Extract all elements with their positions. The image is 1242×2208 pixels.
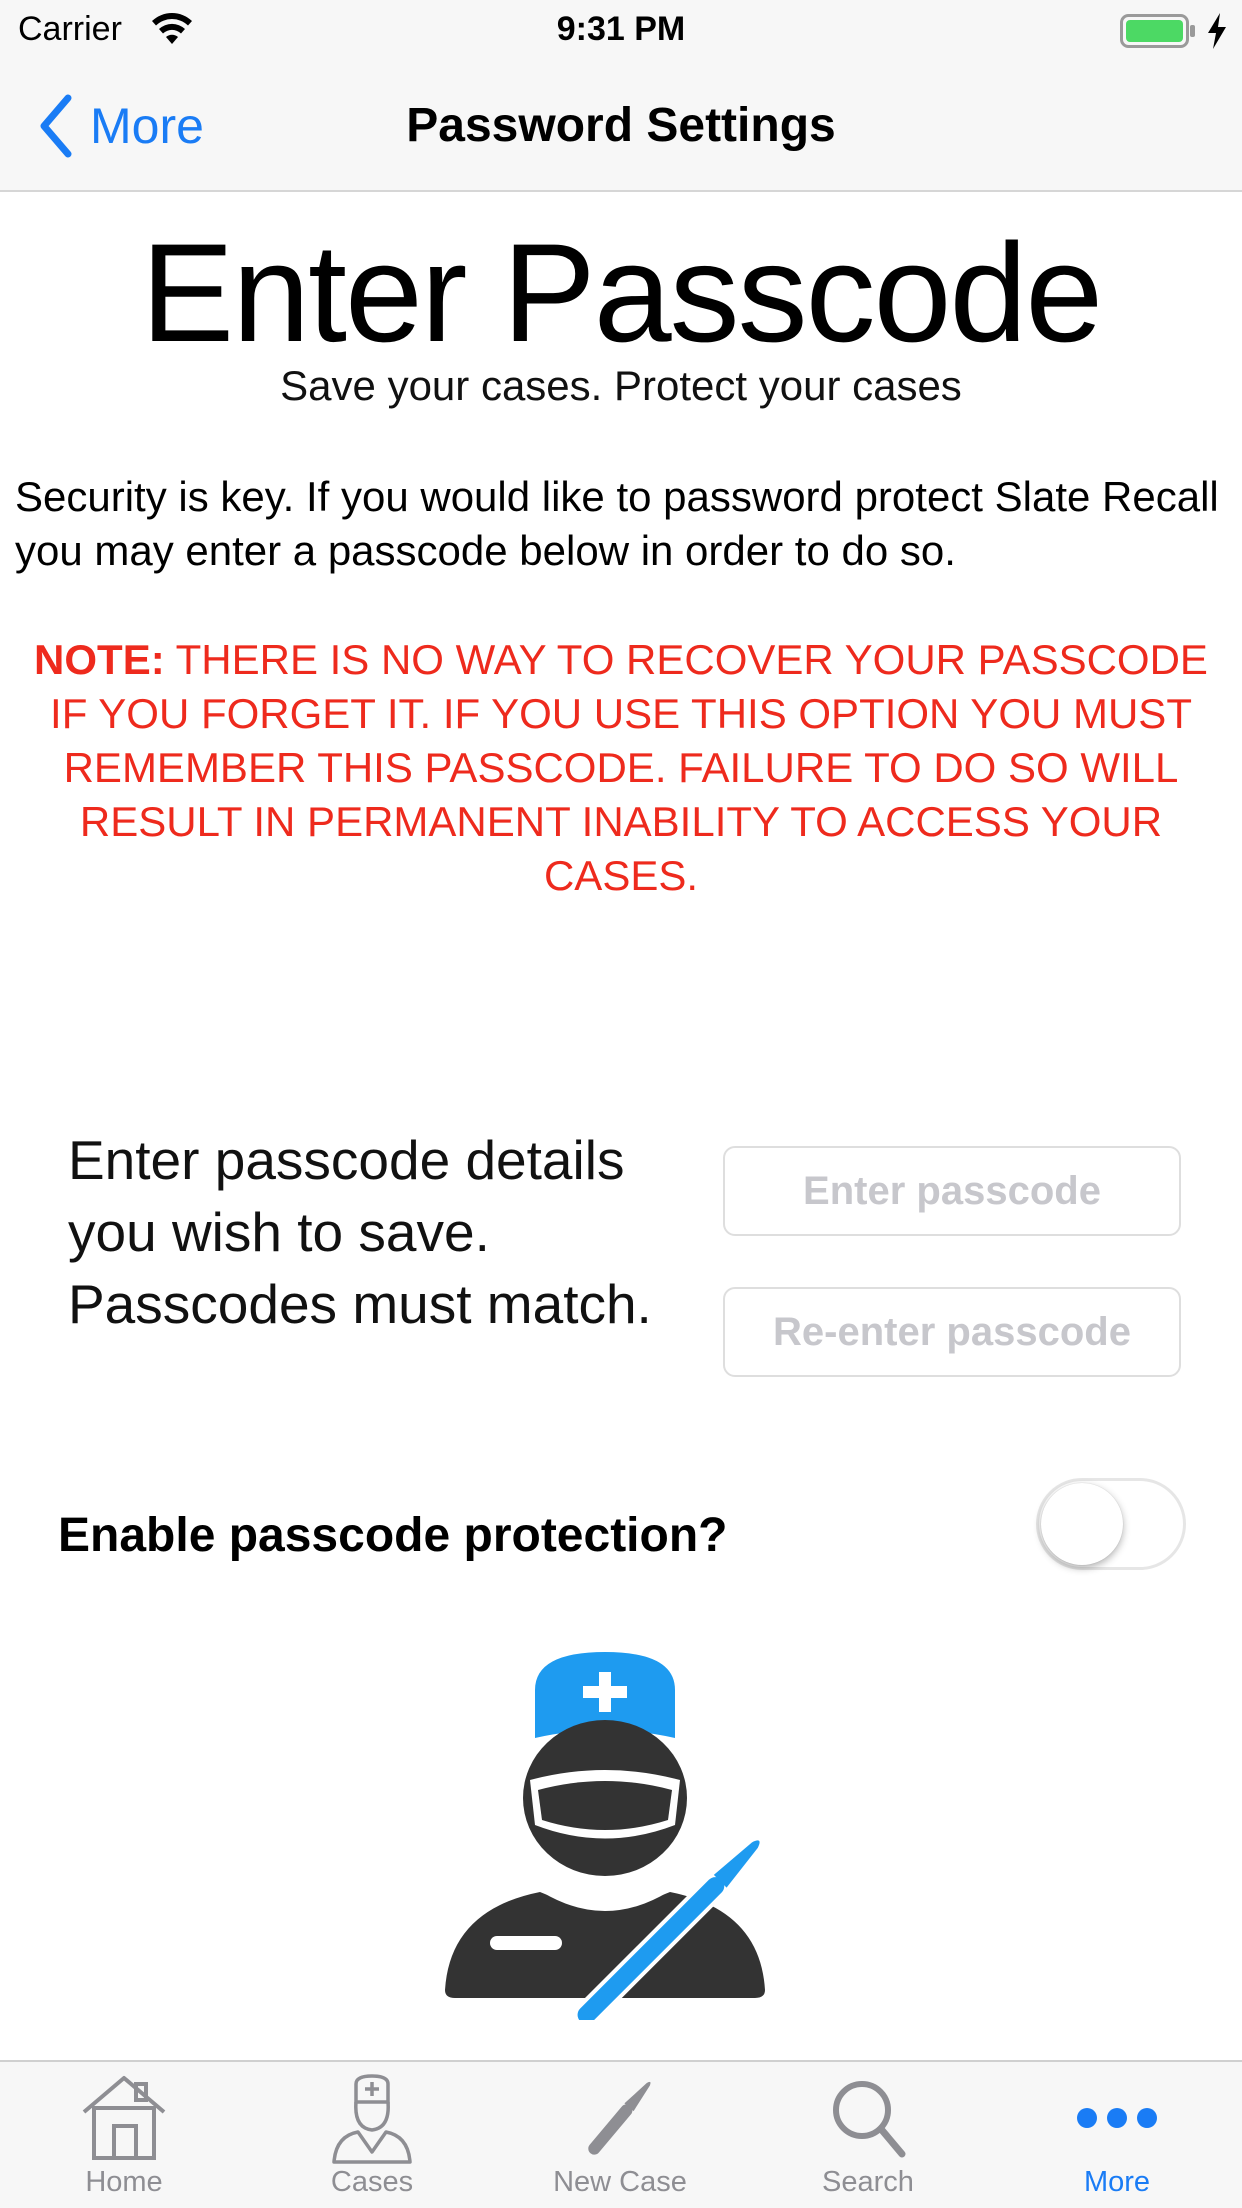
hero-subtitle: Save your cases. Protect your cases (280, 362, 962, 409)
hero-title: Enter Passcode (140, 214, 1103, 371)
passcode-input[interactable] (723, 1146, 1181, 1236)
enable-protection-label: Enable passcode protection? (58, 1509, 728, 1562)
tab-search[interactable]: Search (744, 2062, 992, 2208)
charging-icon (1208, 13, 1226, 49)
battery-icon (1120, 14, 1195, 48)
tab-new-case[interactable]: New Case (496, 2062, 744, 2208)
home-icon (82, 2076, 166, 2160)
tab-home[interactable]: Home (0, 2062, 248, 2208)
tab-bar: Home Cases New Case Search More (0, 2060, 1242, 2208)
status-bar: Carrier 9:31 PM (0, 0, 1242, 60)
search-icon (833, 2081, 906, 2158)
warning-note-label: NOTE: (34, 636, 165, 683)
tab-new-case-label: New Case (553, 2166, 687, 2198)
more-icon (1077, 2108, 1157, 2128)
warning-note-body: THERE IS NO WAY TO RECOVER YOUR PASSCODE… (50, 636, 1208, 899)
tab-search-label: Search (822, 2166, 914, 2198)
tab-cases-label: Cases (330, 2166, 414, 2198)
page-title: Password Settings (406, 99, 836, 152)
passcode-instructions: Enter passcode details you wish to save.… (68, 1129, 652, 1335)
warning-note: NOTE: THERE IS NO WAY TO RECOVER YOUR PA… (10, 633, 1232, 903)
confirm-passcode-input[interactable] (723, 1287, 1181, 1377)
tab-cases[interactable]: Cases (248, 2062, 496, 2208)
scalpel-icon (588, 2081, 651, 2155)
toggle-knob (1041, 1483, 1123, 1565)
navigation-bar: More Password Settings (0, 60, 1242, 192)
tab-home-label: Home (85, 2166, 163, 2198)
status-time: 9:31 PM (556, 10, 686, 48)
intro-text: Security is key. If you would like to pa… (15, 473, 1219, 574)
enable-protection-toggle[interactable] (1036, 1478, 1186, 1570)
doctor-icon (332, 2074, 412, 2164)
tab-more[interactable]: More (992, 2062, 1242, 2208)
app-screen: Carrier 9:31 PM More Password Settings E… (0, 0, 1242, 2208)
tab-more-label: More (1083, 2166, 1151, 2198)
surgeon-illustration (445, 1652, 765, 2020)
